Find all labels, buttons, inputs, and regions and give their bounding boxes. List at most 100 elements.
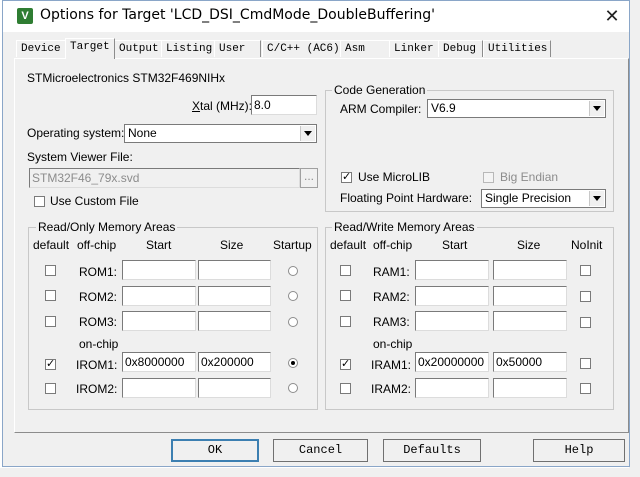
chevron-down-icon[interactable] bbox=[589, 191, 604, 206]
iram2-default-checkbox[interactable] bbox=[340, 383, 351, 394]
ram1-default-checkbox[interactable] bbox=[340, 265, 351, 276]
cancel-button[interactable]: Cancel bbox=[273, 439, 368, 462]
ram3-size-input[interactable] bbox=[493, 311, 567, 331]
ram-header-offchip: off-chip bbox=[373, 238, 413, 252]
rom-group-title: Read/Only Memory Areas bbox=[36, 220, 178, 234]
uvision-icon: V bbox=[17, 8, 33, 24]
ram1-noinit-checkbox[interactable] bbox=[580, 265, 591, 276]
rom-header-default: default bbox=[33, 238, 70, 252]
defaults-button[interactable]: Defaults bbox=[383, 439, 481, 462]
rom-onchip-label: on-chip bbox=[79, 337, 119, 351]
chevron-down-icon[interactable] bbox=[589, 101, 604, 116]
tab-listing[interactable]: Listing bbox=[161, 40, 215, 57]
ram2-default-checkbox[interactable] bbox=[340, 290, 351, 301]
iram2-label: IRAM2: bbox=[371, 382, 412, 396]
rom2-default-checkbox[interactable] bbox=[45, 290, 56, 301]
rom3-label: ROM3: bbox=[79, 315, 118, 329]
compiler-label: ARM Compiler: bbox=[340, 102, 422, 116]
use-microlib-label: Use MicroLIB bbox=[358, 170, 431, 184]
os-value: None bbox=[128, 126, 157, 140]
ram2-start-input[interactable] bbox=[415, 286, 489, 306]
tab-cpp[interactable]: C/C++ (AC6) bbox=[262, 40, 341, 57]
ram-group-title: Read/Write Memory Areas bbox=[332, 220, 477, 234]
irom1-label: IROM1: bbox=[76, 358, 118, 372]
svd-file-field: STM32F46_79x.svd bbox=[29, 168, 300, 188]
rom3-start-input[interactable] bbox=[122, 311, 196, 331]
rom2-label: ROM2: bbox=[79, 290, 118, 304]
rom1-default-checkbox[interactable] bbox=[45, 265, 56, 276]
rom-header-startup: Startup bbox=[273, 238, 312, 252]
background-window-edge bbox=[629, 0, 640, 477]
rom-header-offchip: off-chip bbox=[77, 238, 117, 252]
iram1-start-input[interactable]: 0x20000000 bbox=[415, 352, 489, 372]
title-bar[interactable]: V Options for Target 'LCD_DSI_CmdMode_Do… bbox=[3, 1, 629, 32]
rom2-size-input[interactable] bbox=[198, 286, 271, 306]
ram3-start-input[interactable] bbox=[415, 311, 489, 331]
big-endian-checkbox bbox=[483, 172, 494, 183]
rom2-start-input[interactable] bbox=[122, 286, 196, 306]
ram1-start-input[interactable] bbox=[415, 260, 489, 280]
os-select[interactable]: None bbox=[124, 124, 317, 143]
ram1-size-input[interactable] bbox=[493, 260, 567, 280]
os-label: Operating system: bbox=[27, 126, 125, 140]
fpu-select[interactable]: Single Precision bbox=[481, 189, 606, 208]
iram1-size-input[interactable]: 0x50000 bbox=[493, 352, 567, 372]
tab-utilities[interactable]: Utilities bbox=[483, 40, 551, 57]
iram2-size-input[interactable] bbox=[493, 378, 567, 398]
irom2-size-input[interactable] bbox=[198, 378, 271, 398]
xtal-label: Xtal (MHz): bbox=[192, 99, 253, 113]
ram3-label: RAM3: bbox=[373, 315, 410, 329]
iram1-label: IRAM1: bbox=[371, 358, 412, 372]
irom2-default-checkbox[interactable] bbox=[45, 383, 56, 394]
fpu-label: Floating Point Hardware: bbox=[340, 191, 473, 205]
use-custom-file-checkbox[interactable] bbox=[34, 196, 45, 207]
window-title: Options for Target 'LCD_DSI_CmdMode_Doub… bbox=[40, 7, 435, 23]
tab-device[interactable]: Device bbox=[16, 40, 66, 57]
rom-header-size: Size bbox=[220, 238, 244, 252]
rom1-label: ROM1: bbox=[79, 265, 118, 279]
rom1-start-input[interactable] bbox=[122, 260, 196, 280]
close-icon[interactable]: ✕ bbox=[599, 4, 625, 28]
tab-target[interactable]: Target bbox=[65, 38, 115, 59]
xtal-input[interactable]: 8.0 bbox=[251, 95, 317, 115]
tab-asm[interactable]: Asm bbox=[340, 40, 390, 57]
use-microlib-checkbox[interactable] bbox=[341, 170, 352, 183]
irom1-default-checkbox[interactable] bbox=[45, 357, 56, 370]
tab-user[interactable]: User bbox=[214, 40, 261, 57]
rom1-size-input[interactable] bbox=[198, 260, 271, 280]
rom1-startup-radio[interactable] bbox=[288, 266, 298, 276]
ram2-noinit-checkbox[interactable] bbox=[580, 291, 591, 302]
tab-debug[interactable]: Debug bbox=[438, 40, 483, 57]
ram-header-size: Size bbox=[517, 238, 541, 252]
big-endian-label: Big Endian bbox=[500, 170, 559, 184]
rom3-default-checkbox[interactable] bbox=[45, 316, 56, 327]
svd-browse-button: ... bbox=[300, 168, 318, 188]
iram1-noinit-checkbox[interactable] bbox=[580, 358, 591, 369]
irom1-startup-radio[interactable] bbox=[288, 358, 298, 368]
rom3-size-input[interactable] bbox=[198, 311, 271, 331]
fpu-value: Single Precision bbox=[485, 191, 572, 205]
background-window-edge-bottom bbox=[0, 468, 640, 477]
iram2-noinit-checkbox[interactable] bbox=[580, 383, 591, 394]
compiler-select[interactable]: V6.9 bbox=[427, 99, 606, 118]
ram-header-default: default bbox=[330, 238, 367, 252]
ok-button[interactable]: OK bbox=[171, 439, 259, 462]
irom1-size-input[interactable]: 0x200000 bbox=[198, 352, 271, 372]
help-button[interactable]: Help bbox=[533, 439, 625, 462]
ram3-noinit-checkbox[interactable] bbox=[580, 317, 591, 328]
ram3-default-checkbox[interactable] bbox=[340, 316, 351, 327]
tab-linker[interactable]: Linker bbox=[389, 40, 439, 57]
rom3-startup-radio[interactable] bbox=[288, 317, 298, 327]
code-generation-title: Code Generation bbox=[332, 83, 428, 97]
options-dialog: V Options for Target 'LCD_DSI_CmdMode_Do… bbox=[2, 0, 630, 467]
use-custom-file-label: Use Custom File bbox=[50, 194, 139, 208]
ram2-size-input[interactable] bbox=[493, 286, 567, 306]
irom2-startup-radio[interactable] bbox=[288, 383, 298, 393]
iram1-default-checkbox[interactable] bbox=[340, 357, 351, 370]
irom1-start-input[interactable]: 0x8000000 bbox=[122, 352, 196, 372]
rom2-startup-radio[interactable] bbox=[288, 291, 298, 301]
chevron-down-icon[interactable] bbox=[300, 126, 315, 141]
tab-output[interactable]: Output bbox=[114, 40, 162, 57]
irom2-start-input[interactable] bbox=[122, 378, 196, 398]
iram2-start-input[interactable] bbox=[415, 378, 489, 398]
